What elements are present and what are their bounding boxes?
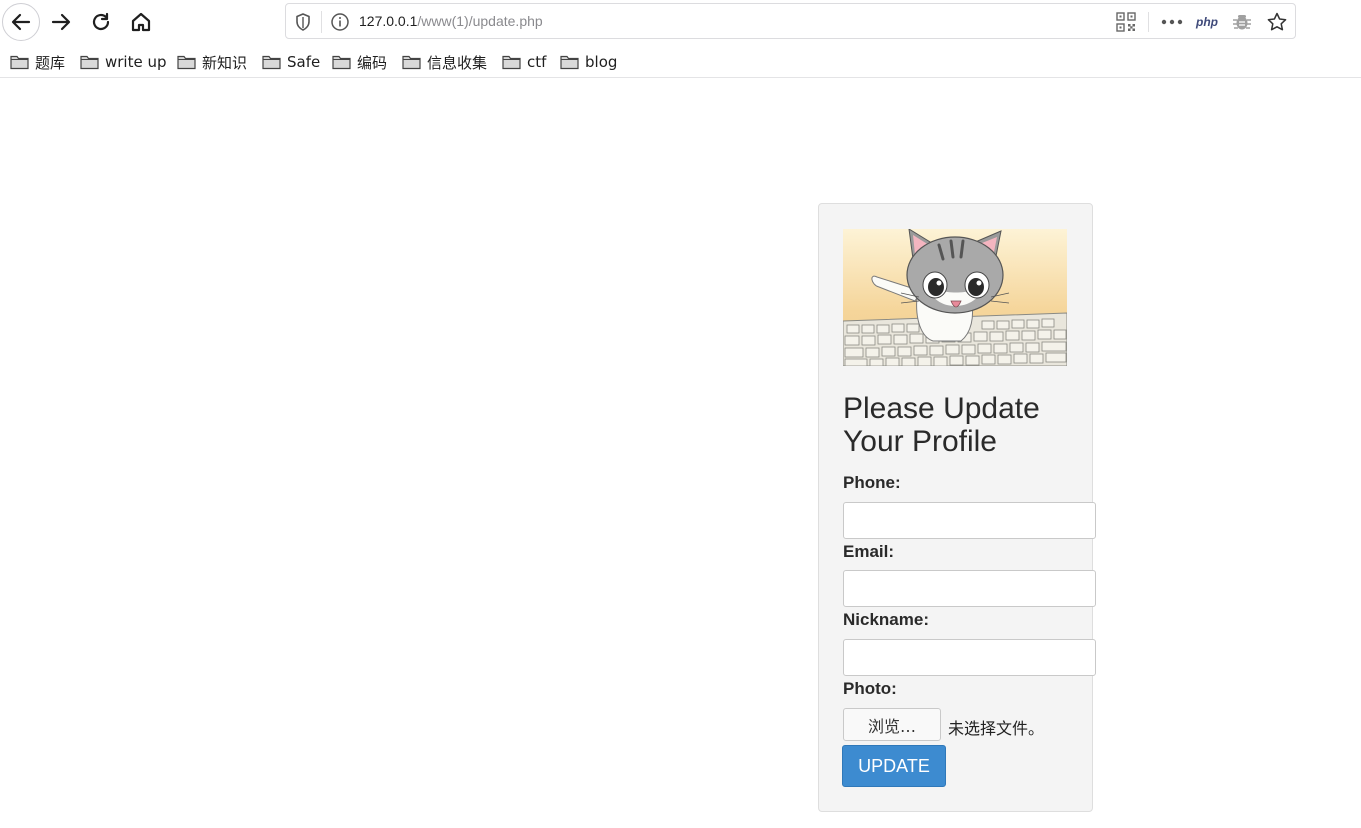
file-status-text: 未选择文件。 — [948, 719, 1045, 738]
folder-icon — [262, 55, 281, 70]
folder-icon — [80, 55, 99, 70]
reload-icon — [92, 12, 110, 31]
url-divider — [321, 11, 322, 33]
star-icon[interactable] — [1265, 10, 1289, 34]
back-button[interactable] — [2, 3, 40, 41]
url-text[interactable]: 127.0.0.1/www(1)/update.php — [359, 13, 543, 29]
bookmark-label: 题库 — [35, 53, 66, 72]
bookmark-label: 新知识 — [202, 53, 248, 72]
photo-label: Photo: — [843, 679, 897, 698]
browse-file-button[interactable]: 浏览… — [843, 708, 941, 741]
forward-icon — [51, 13, 71, 31]
bookmark-label: write up — [105, 53, 167, 71]
phone-input[interactable] — [843, 502, 1096, 539]
bookmark-folder[interactable]: 编码 — [332, 52, 387, 72]
more-icon[interactable] — [1160, 10, 1184, 34]
nickname-label: Nickname: — [843, 610, 929, 629]
bookmark-folder[interactable]: 信息收集 — [402, 52, 487, 72]
bookmark-folder[interactable]: write up — [80, 52, 167, 72]
php-icon-label: php — [1196, 15, 1218, 29]
folder-icon — [177, 55, 196, 70]
bookmark-label: 信息收集 — [427, 53, 488, 72]
url-path: /www(1)/update.php — [417, 13, 543, 29]
qr-code-icon[interactable] — [1114, 10, 1138, 34]
bookmark-label: blog — [585, 53, 618, 71]
folder-icon — [560, 55, 579, 70]
url-icons-divider — [1148, 12, 1149, 32]
update-profile-card: Please Update Your Profile Phone: Email:… — [818, 203, 1096, 812]
bookmark-folder[interactable]: blog — [560, 52, 617, 72]
cat-keyboard-illustration — [843, 229, 1067, 366]
folder-icon — [332, 55, 351, 70]
folder-icon — [10, 55, 29, 70]
url-host: 127.0.0.1 — [359, 13, 418, 29]
home-button[interactable] — [123, 4, 159, 40]
folder-icon — [402, 55, 421, 70]
bookmarks-bar: 题库 write up 新知识 Safe 编码 信息收集 ctf blog — [0, 44, 1361, 78]
email-label: Email: — [843, 542, 895, 561]
bookmark-folder[interactable]: ctf — [502, 52, 546, 72]
update-button[interactable]: UPDATE — [842, 745, 946, 787]
bookmark-label: ctf — [527, 53, 547, 71]
forward-button[interactable] — [43, 4, 79, 40]
nickname-input[interactable] — [843, 639, 1096, 676]
info-icon[interactable] — [330, 12, 350, 36]
home-icon — [131, 12, 151, 32]
reload-button[interactable] — [83, 4, 119, 40]
bookmark-label: Safe — [287, 53, 321, 71]
php-icon[interactable]: php — [1195, 10, 1219, 34]
browser-toolbar: 127.0.0.1/www(1)/update.php php — [0, 0, 1361, 44]
back-icon — [11, 13, 31, 31]
url-bar[interactable]: 127.0.0.1/www(1)/update.php php — [285, 3, 1296, 39]
bookmark-folder[interactable]: 题库 — [10, 52, 65, 72]
folder-icon — [502, 55, 521, 70]
shield-icon[interactable] — [294, 12, 312, 36]
bookmark-label: 编码 — [357, 53, 388, 72]
page-title: Please Update Your Profile — [843, 392, 1040, 458]
bookmark-folder[interactable]: Safe — [262, 52, 320, 72]
bookmark-folder[interactable]: 新知识 — [177, 52, 247, 72]
email-input[interactable] — [843, 570, 1096, 607]
bug-icon[interactable] — [1230, 10, 1254, 34]
phone-label: Phone: — [843, 473, 901, 492]
